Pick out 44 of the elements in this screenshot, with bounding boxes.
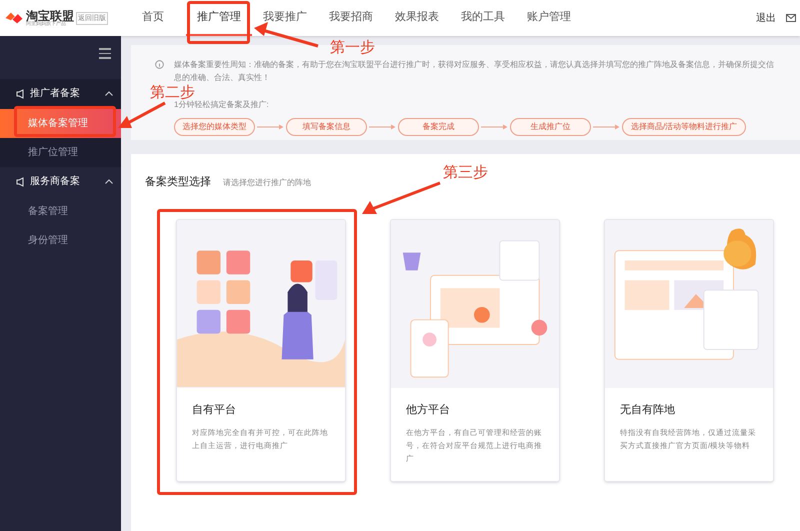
card-title: 他方平台 [406, 402, 451, 418]
arrow-icon [593, 124, 620, 130]
annotation-arrow [254, 22, 318, 48]
logo-text: 淘宝联盟 [26, 10, 74, 22]
highlight-frame [187, 1, 250, 44]
nav-tab[interactable]: 我的工具 [450, 0, 516, 36]
nav-tab[interactable]: 首页 [120, 0, 186, 36]
annotation-label: 第一步 [330, 40, 375, 55]
step-pill: 选择您的媒体类型 [174, 118, 255, 136]
sidebar-item[interactable]: 推广位管理 [0, 138, 121, 166]
nav-tab[interactable]: 账户管理 [516, 0, 582, 36]
megaphone-icon [16, 88, 26, 98]
step-pill: 填写备案信息 [286, 118, 367, 136]
megaphone-icon [16, 176, 26, 186]
arrow-icon [369, 124, 396, 130]
section-title: 备案类型选择 [145, 174, 211, 190]
annotation-arrow [118, 102, 166, 128]
nav-tab[interactable]: 推广管理 [186, 0, 252, 36]
arrow-icon [257, 124, 284, 130]
steps-intro: 1分钟轻松搞定备案及推广: [174, 100, 270, 110]
mail-icon[interactable] [786, 14, 796, 22]
notice-text: 媒体备案重要性周知：准确的备案，有助于您在淘宝联盟平台进行推广时，获得对应服务、享受相应权益，请您认真选择并填写您的推广阵地及备案信息，并确保所提交信息的准确、合法、真实性！ [174, 59, 775, 84]
step-pill: 生成推广位 [510, 118, 591, 136]
chevron-up-icon [105, 179, 113, 184]
nav-tab[interactable]: 我要推广 [252, 0, 318, 36]
card-title: 无自有阵地 [620, 402, 676, 418]
step-pill: 备案完成 [398, 118, 479, 136]
annotation-label: 第二步 [150, 85, 195, 100]
menu-icon[interactable] [99, 48, 111, 58]
logo-icon [4, 11, 24, 25]
sidebar-item[interactable]: 备案管理 [0, 196, 121, 226]
section-subtitle: 请选择您进行推广的阵地 [223, 177, 311, 189]
annotation-label: 第三步 [443, 165, 488, 180]
logout-link[interactable]: 退出 [756, 10, 776, 26]
sidebar-group[interactable]: 推广者备案 [0, 78, 121, 108]
card-title: 自有平台 [192, 402, 237, 418]
arrow-icon [481, 124, 508, 130]
sidebar-item[interactable]: 身份管理 [0, 226, 121, 254]
nav-tab[interactable]: 效果报表 [384, 0, 450, 36]
nav-tab[interactable]: 我要招商 [318, 0, 384, 36]
info-icon [155, 60, 164, 69]
step-pill: 选择商品/活动等物料进行推广 [622, 118, 746, 136]
chevron-up-icon [105, 91, 113, 96]
sidebar-group[interactable]: 服务商备案 [0, 166, 121, 196]
